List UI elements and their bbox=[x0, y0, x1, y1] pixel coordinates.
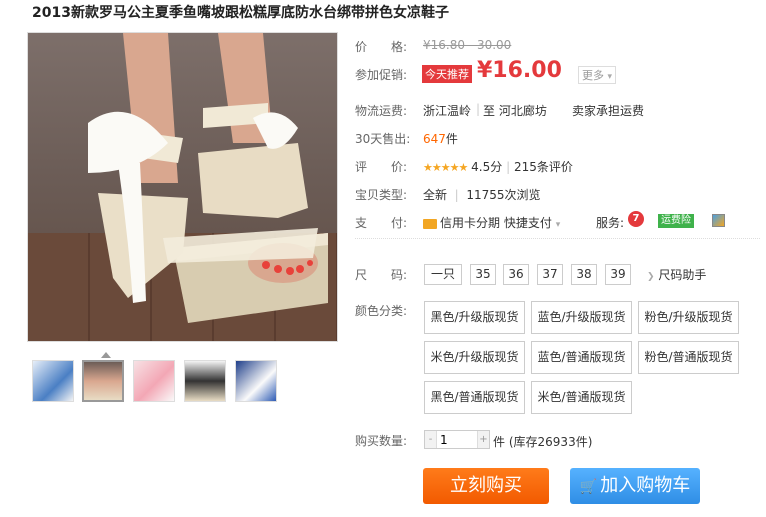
promo-tag: 今天推荐 bbox=[422, 65, 472, 83]
size-helper-link[interactable]: ❯ 尺码助手 bbox=[647, 266, 706, 283]
size-helper-label: 尺码助手 bbox=[658, 268, 707, 282]
credit-installment-link[interactable]: 信用卡分期 bbox=[440, 216, 500, 230]
color-option[interactable]: 米色/升级版现货 bbox=[424, 341, 525, 374]
color-option[interactable]: 黑色/普通版现货 bbox=[424, 381, 525, 414]
service-label: 服务: bbox=[596, 216, 625, 230]
section-divider bbox=[355, 238, 760, 239]
thumbnail-1[interactable] bbox=[32, 360, 74, 402]
quantity-label: 购买数量: bbox=[355, 434, 408, 448]
shipping-insurance-badge[interactable]: 运费险 bbox=[658, 214, 694, 228]
service-card-icon[interactable] bbox=[712, 214, 725, 227]
shipping-to[interactable]: 至 河北廊坊 bbox=[483, 102, 547, 119]
shipping-fee: 卖家承担运费 bbox=[572, 104, 645, 118]
plus-icon[interactable]: + bbox=[477, 431, 489, 448]
promo-label: 参加促销: bbox=[355, 68, 408, 82]
color-option[interactable]: 蓝色/普通版现货 bbox=[531, 341, 632, 374]
color-option[interactable]: 粉色/普通版现货 bbox=[638, 341, 739, 374]
color-option[interactable]: 蓝色/升级版现货 bbox=[531, 301, 632, 334]
color-option[interactable]: 黑色/升级版现货 bbox=[424, 301, 525, 334]
minus-icon[interactable]: - bbox=[425, 431, 437, 448]
size-option[interactable]: 35 bbox=[470, 264, 496, 285]
shipping-separator: | bbox=[476, 102, 481, 116]
size-option[interactable]: 39 bbox=[605, 264, 631, 285]
thumbnail-4[interactable] bbox=[184, 360, 226, 402]
color-label: 颜色分类: bbox=[355, 304, 408, 318]
rating-separator: | bbox=[506, 160, 511, 174]
chevron-right-icon: ❯ bbox=[647, 272, 655, 282]
rating-reviews-link[interactable]: 215条评价 bbox=[514, 160, 573, 174]
item-type-label: 宝贝类型: bbox=[355, 188, 408, 202]
view-count: 11755次浏览 bbox=[466, 188, 541, 202]
original-price: ¥16.80 - 30.00 bbox=[423, 38, 512, 52]
chevron-down-icon[interactable]: ▾ bbox=[556, 220, 561, 230]
color-option[interactable]: 粉色/升级版现货 bbox=[638, 301, 739, 334]
thumbnail-5[interactable] bbox=[235, 360, 277, 402]
quantity-input[interactable] bbox=[438, 431, 478, 448]
size-option[interactable]: 36 bbox=[503, 264, 529, 285]
buy-now-button[interactable]: 立刻购买 bbox=[423, 468, 549, 504]
more-promo-button[interactable]: 更多 ▾ bbox=[578, 66, 617, 84]
stock-count: (库存26933件) bbox=[508, 435, 593, 449]
color-option[interactable]: 米色/普通版现货 bbox=[531, 381, 632, 414]
seven-day-return-icon[interactable]: 7 bbox=[628, 211, 644, 227]
shipping-label: 物流运费: bbox=[355, 104, 408, 118]
cart-icon: 🛒 bbox=[579, 479, 598, 495]
size-label: 尺 码: bbox=[355, 268, 408, 282]
sales-label: 30天售出: bbox=[355, 132, 411, 146]
main-product-image[interactable] bbox=[27, 32, 338, 342]
payment-label: 支 付: bbox=[355, 216, 408, 230]
add-to-cart-label: 加入购物车 bbox=[600, 475, 691, 496]
size-option[interactable]: 37 bbox=[537, 264, 563, 285]
thumbnail-3[interactable] bbox=[133, 360, 175, 402]
rating-score: 4.5分 bbox=[471, 160, 503, 174]
chevron-down-icon: ▾ bbox=[607, 72, 613, 82]
promo-price: ¥16.00 bbox=[477, 58, 562, 83]
more-label: 更多 bbox=[582, 69, 604, 82]
quick-pay-link[interactable]: 快捷支付 bbox=[504, 216, 552, 230]
sales-count: 647 bbox=[423, 132, 446, 146]
quantity-unit: 件 bbox=[493, 435, 506, 449]
sandal-illustration bbox=[88, 33, 328, 323]
sales-unit: 件 bbox=[445, 132, 458, 146]
price-label: 价 格: bbox=[355, 40, 408, 54]
thumbnail-2[interactable] bbox=[82, 360, 124, 402]
shipping-from: 浙江温岭 bbox=[423, 104, 472, 118]
rating-stars-icon: ★★★★★ bbox=[423, 161, 468, 174]
item-type-value: 全新 bbox=[423, 188, 448, 202]
quantity-stepper[interactable]: - + bbox=[424, 430, 490, 449]
rating-label: 评 价: bbox=[355, 160, 408, 174]
add-to-cart-button[interactable]: 🛒 加入购物车 bbox=[570, 468, 700, 504]
product-title: 2013新款罗马公主夏季鱼嘴坡跟松糕厚底防水台绑带拼色女凉鞋子 bbox=[32, 5, 449, 21]
size-option[interactable]: 38 bbox=[571, 264, 597, 285]
item-type-separator: | bbox=[450, 188, 463, 202]
size-option[interactable]: 一只 bbox=[424, 264, 462, 285]
credit-card-icon bbox=[423, 218, 437, 229]
thumb-selected-arrow bbox=[101, 352, 111, 358]
